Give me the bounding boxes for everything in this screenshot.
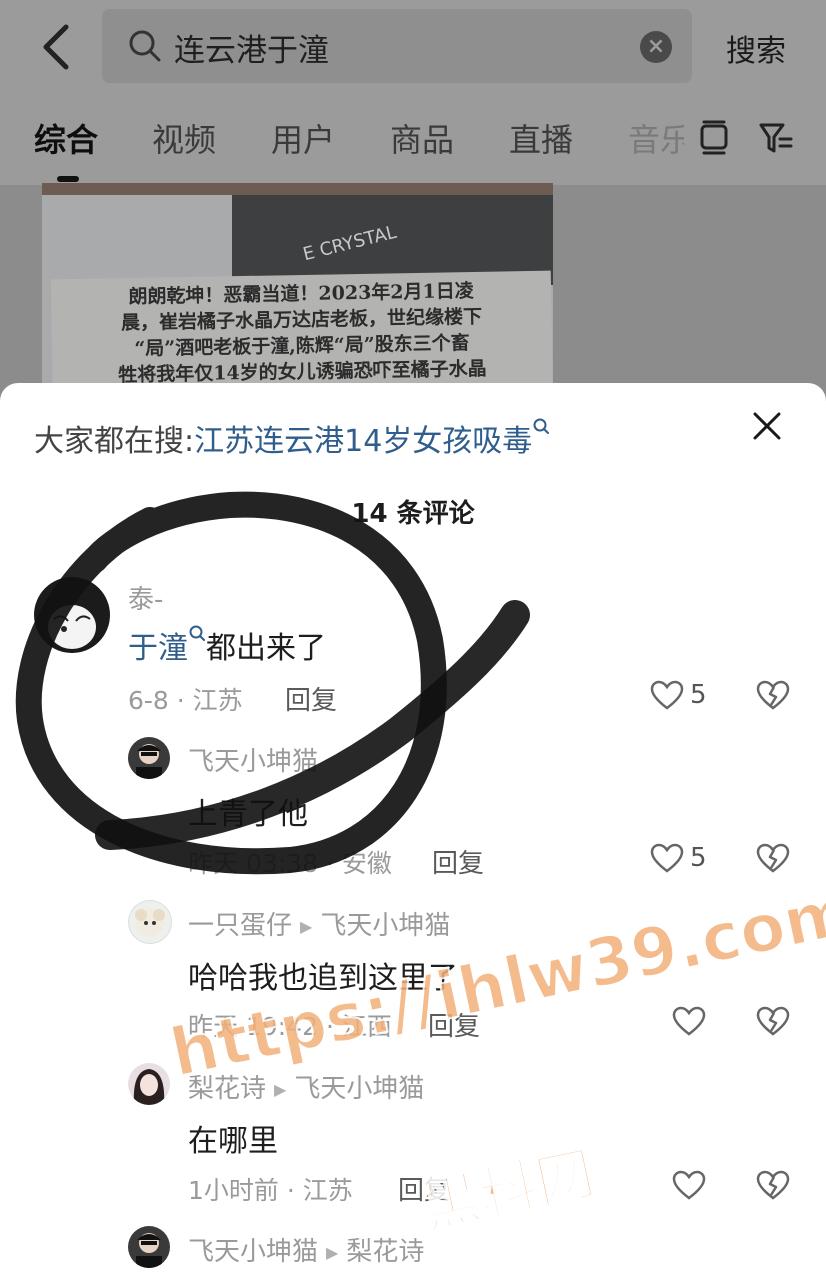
reply-button[interactable]: 回复 <box>428 1006 480 1043</box>
comment-username[interactable]: 飞天小坤猫 <box>188 741 318 778</box>
comment-text: 于潼 都出来了 <box>128 623 326 667</box>
broken-heart-icon[interactable] <box>756 1005 790 1037</box>
video-thumbnail[interactable]: E CRYSTAL 朗朗乾坤！恶霸当道！2023年2月1日凌 晨，崔岩橘子水晶万… <box>42 183 553 403</box>
comment-count: 14 条评论 <box>351 499 475 529</box>
tab-users[interactable]: 用户 <box>271 115 335 161</box>
comment-meta: 6-8 · 江苏 <box>128 686 243 715</box>
thumbnail-strip <box>42 183 553 195</box>
reply-button[interactable]: 回复 <box>285 680 337 717</box>
tab-video[interactable]: 视频 <box>152 115 216 161</box>
username[interactable]: 一只蛋仔 <box>188 911 292 941</box>
heart-icon[interactable] <box>650 680 684 710</box>
comment-body: 上青了他 <box>188 797 308 832</box>
reply-arrow-icon: ▶ <box>274 1080 287 1099</box>
avatar-drawing <box>135 909 165 937</box>
tab-live[interactable]: 直播 <box>509 115 573 161</box>
comment-username: 飞天小坤猫 ▶ 梨花诗 <box>188 1231 424 1268</box>
like-count: 5 <box>690 843 707 873</box>
reply-to-username[interactable]: 梨花诗 <box>346 1237 424 1267</box>
avatar-drawing <box>136 744 162 779</box>
avatar-drawing <box>136 1233 162 1268</box>
avatar-drawing <box>48 605 96 649</box>
comment-body: 在哪里 <box>188 1124 278 1159</box>
tab-music[interactable]: 音乐 <box>628 115 684 161</box>
username[interactable]: 飞天小坤猫 <box>188 1237 318 1267</box>
layout-toggle-icon[interactable] <box>696 118 732 158</box>
username[interactable]: 梨花诗 <box>188 1074 266 1104</box>
trending-prefix: 大家都在搜: <box>34 424 195 459</box>
search-input[interactable]: 连云港于潼 × <box>102 9 692 83</box>
like-count: 5 <box>690 680 707 710</box>
comment-meta: 昨天 19:42 · 江西 <box>188 1012 392 1041</box>
heart-icon[interactable] <box>672 1006 706 1036</box>
reply-button[interactable]: 回复 <box>398 1170 450 1207</box>
comment-meta: 1小时前 · 江苏 <box>188 1176 353 1205</box>
avatar[interactable] <box>128 1063 170 1105</box>
broken-heart-icon[interactable] <box>756 1169 790 1201</box>
trending-keyword[interactable]: 江苏连云港14岁女孩吸毒 <box>194 424 532 459</box>
search-icon <box>129 30 161 62</box>
broken-heart-icon[interactable] <box>756 842 790 874</box>
reply-to-username[interactable]: 飞天小坤猫 <box>320 911 450 941</box>
comment-username[interactable]: 泰- <box>128 579 163 616</box>
tab-all[interactable]: 综合 <box>34 115 98 161</box>
search-icon <box>189 625 205 641</box>
comment-username: 一只蛋仔 ▶ 飞天小坤猫 <box>188 905 450 942</box>
search-button[interactable]: 搜索 <box>726 26 786 70</box>
avatar[interactable] <box>34 577 110 653</box>
broken-heart-icon[interactable] <box>756 679 790 711</box>
comment-body: 都出来了 <box>206 631 326 666</box>
clear-icon[interactable]: × <box>640 31 672 63</box>
comment-meta: 昨天 03:38 · 安徽 <box>188 849 392 878</box>
comment-body: 哈哈我也追到这里了 <box>188 961 458 996</box>
reply-button[interactable]: 回复 <box>432 843 484 880</box>
reply-to-username[interactable]: 飞天小坤猫 <box>294 1074 424 1104</box>
trending-search[interactable]: 大家都在搜:江苏连云港14岁女孩吸毒 <box>34 416 550 460</box>
close-icon[interactable] <box>750 409 784 443</box>
reply-arrow-icon: ▶ <box>326 1243 339 1262</box>
comment-keyword-link[interactable]: 于潼 <box>128 631 188 666</box>
avatar[interactable] <box>128 1226 170 1268</box>
avatar-drawing <box>133 1069 165 1105</box>
active-tab-indicator <box>57 176 79 182</box>
avatar[interactable] <box>128 900 172 944</box>
reply-arrow-icon: ▶ <box>300 917 313 936</box>
heart-icon[interactable] <box>672 1170 706 1200</box>
avatar[interactable] <box>128 737 170 779</box>
comment-username: 梨花诗 ▶ 飞天小坤猫 <box>188 1068 424 1105</box>
tab-products[interactable]: 商品 <box>390 115 454 161</box>
comments-sheet: 大家都在搜:江苏连云港14岁女孩吸毒 14 条评论 泰- 于潼 都出来了 6-8 … <box>0 383 826 1280</box>
search-query: 连云港于潼 <box>174 33 329 69</box>
search-icon <box>533 418 550 434</box>
back-arrow-icon[interactable] <box>38 22 78 72</box>
heart-icon[interactable] <box>650 843 684 873</box>
filter-icon[interactable] <box>758 118 794 158</box>
